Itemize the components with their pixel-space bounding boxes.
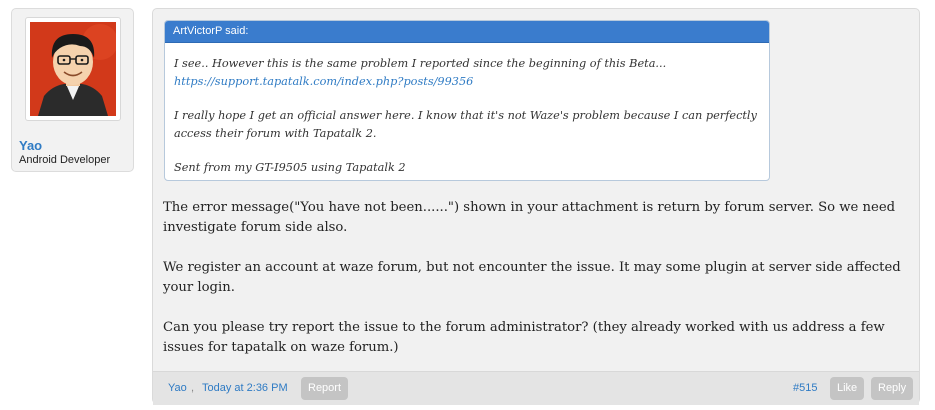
reply-button[interactable]: Reply xyxy=(871,377,914,400)
quote-body: I see.. However this is the same problem… xyxy=(165,43,769,177)
separator: , xyxy=(191,382,195,394)
post-footer: Yao , Today at 2:36 PM Report #515 Like … xyxy=(153,371,919,405)
user-card: Yao Android Developer xyxy=(11,8,134,172)
quote-attribution[interactable]: ArtVictorP said: xyxy=(165,21,769,43)
quote-block: ArtVictorP said: I see.. However this is… xyxy=(164,20,770,181)
post-number-link[interactable]: #515 xyxy=(793,382,817,394)
post-timestamp-link[interactable]: Today at 2:36 PM xyxy=(202,382,288,394)
message-paragraph: The error message("You have not been....… xyxy=(163,200,896,235)
like-button[interactable]: Like xyxy=(830,377,865,400)
quote-line: I see.. However this is the same problem… xyxy=(174,57,667,70)
post-container: ArtVictorP said: I see.. However this is… xyxy=(152,8,920,405)
quote-signature: Sent from my GT-I9505 using Tapatalk 2 xyxy=(174,161,406,174)
post-author-link[interactable]: Yao xyxy=(168,382,187,394)
message-paragraph: We register an account at waze forum, bu… xyxy=(163,260,901,295)
avatar[interactable] xyxy=(25,17,121,121)
user-title: Android Developer xyxy=(19,154,111,166)
username-link[interactable]: Yao xyxy=(19,138,42,153)
quote-link[interactable]: https://support.tapatalk.com/index.php?p… xyxy=(174,75,473,88)
message-paragraph: Can you please try report the issue to t… xyxy=(163,320,885,355)
avatar-image xyxy=(30,22,116,116)
report-button[interactable]: Report xyxy=(301,377,349,400)
quote-line: I really hope I get an official answer h… xyxy=(174,109,757,140)
message-body: The error message("You have not been....… xyxy=(163,198,911,378)
